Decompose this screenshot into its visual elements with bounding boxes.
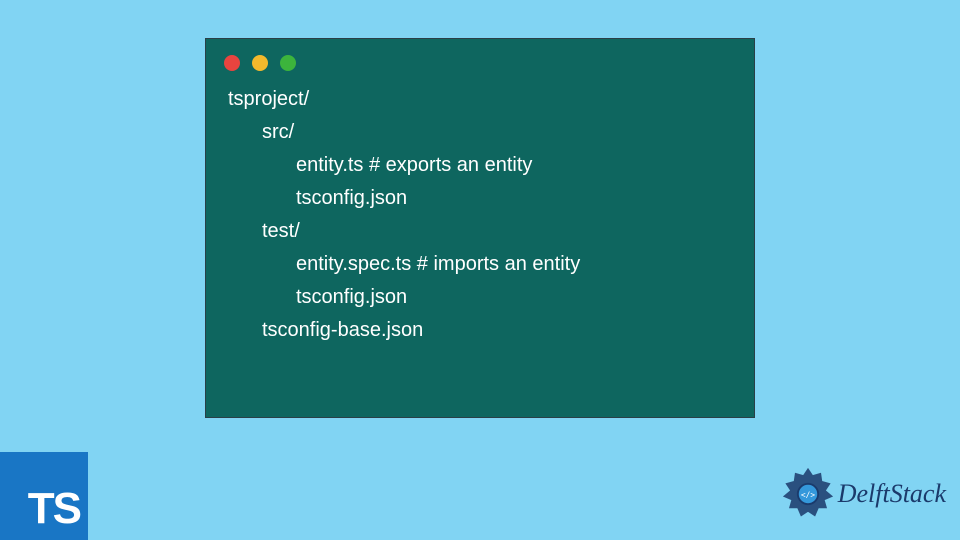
traffic-light-green	[280, 55, 296, 71]
traffic-light-red	[224, 55, 240, 71]
code-line: tsconfig.json	[220, 281, 740, 314]
code-line: tsconfig.json	[220, 182, 740, 215]
code-line: tsproject/	[220, 83, 740, 116]
code-line: src/	[220, 116, 740, 149]
typescript-badge-label: TS	[28, 484, 80, 534]
delftstack-label: DelftStack	[838, 479, 946, 509]
code-window: tsproject/ src/ entity.ts # exports an e…	[205, 38, 755, 418]
code-line: entity.ts # exports an entity	[220, 149, 740, 182]
code-content: tsproject/ src/ entity.ts # exports an e…	[206, 79, 754, 361]
code-line: test/	[220, 215, 740, 248]
code-line: entity.spec.ts # imports an entity	[220, 248, 740, 281]
traffic-lights	[206, 39, 754, 79]
delftstack-logo: </> DelftStack	[780, 466, 946, 522]
svg-text:</>: </>	[801, 490, 815, 499]
delftstack-emblem-icon: </>	[780, 466, 836, 522]
typescript-badge: TS	[0, 452, 88, 540]
traffic-light-yellow	[252, 55, 268, 71]
code-line: tsconfig-base.json	[220, 314, 740, 347]
